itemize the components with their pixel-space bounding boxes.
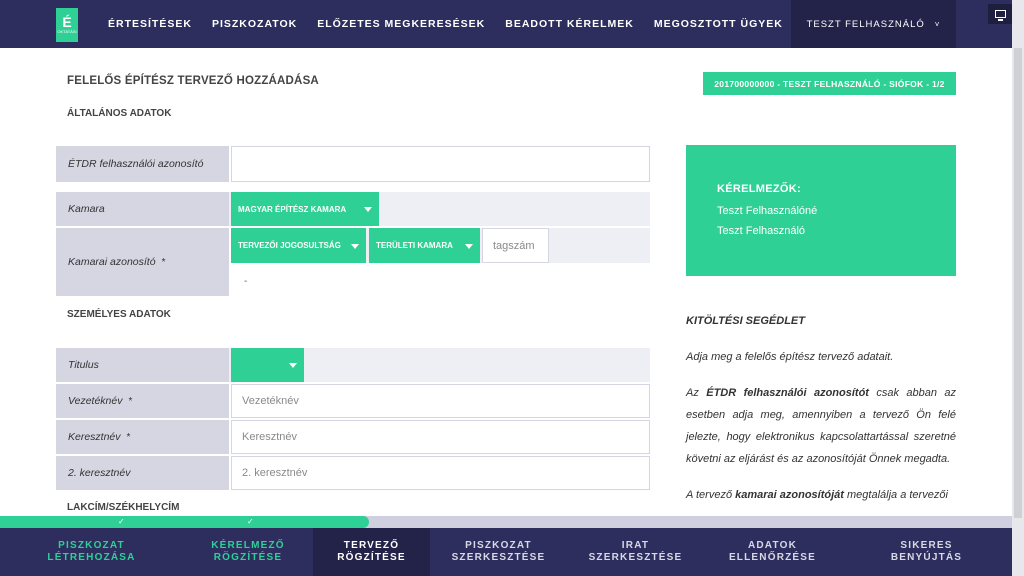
monitor-icon[interactable] bbox=[988, 4, 1012, 24]
scrollbar-thumb[interactable] bbox=[1014, 48, 1022, 518]
case-identifier-badge: 201700000000 - TESZT FELHASZNÁLÓ - SIÓFO… bbox=[703, 72, 956, 95]
step-kerelmezo-rogzitese[interactable]: KÉRELMEZŐ RÖGZÍTÉSE bbox=[183, 528, 313, 576]
nav-item-ertesitesek[interactable]: ÉRTESÍTÉSEK bbox=[108, 18, 192, 30]
caret-down-icon bbox=[351, 243, 359, 249]
page-title: FELELŐS ÉPÍTÉSZ TERVEZŐ HOZZÁADÁSA bbox=[67, 75, 319, 87]
jogosultsag-select-value: TERVEZŐI JOGOSULTSÁG bbox=[238, 241, 341, 250]
jogosultsag-select[interactable]: TERVEZŐI JOGOSULTSÁG bbox=[231, 228, 366, 263]
applicants-heading: KÉRELMEZŐK: bbox=[717, 183, 801, 195]
titulus-select[interactable] bbox=[231, 348, 304, 382]
step-piszkozat-szerkesztese[interactable]: PISZKOZAT SZERKESZTÉSE bbox=[430, 528, 567, 576]
form-row-vezeteknev: Vezetéknév * bbox=[56, 384, 650, 418]
applicant-name: Teszt Felhasználóné bbox=[717, 205, 818, 217]
keresztnev2-input[interactable] bbox=[231, 456, 650, 490]
section-title-address: LAKCÍM/SZÉKHELYCÍM bbox=[67, 502, 180, 513]
vezeteknev-label: Vezetéknév * bbox=[56, 384, 229, 418]
kamara-select[interactable]: MAGYAR ÉPÍTÉSZ KAMARA bbox=[231, 192, 379, 226]
required-marker: * bbox=[161, 256, 166, 268]
keresztnev2-label: 2. keresztnév bbox=[56, 456, 229, 490]
nav-item-piszkozatok[interactable]: PISZKOZATOK bbox=[212, 18, 297, 30]
kamarai-label: Kamarai azonosító * bbox=[56, 228, 229, 296]
caret-down-icon bbox=[364, 207, 372, 212]
kamara-select-value: MAGYAR ÉPÍTÉSZ KAMARA bbox=[238, 204, 347, 214]
teruleti-kamara-select[interactable]: TERÜLETI KAMARA bbox=[369, 228, 480, 263]
user-menu[interactable]: TESZT FELHASZNÁLÓ ˅ bbox=[791, 0, 956, 48]
check-icon: ✓ bbox=[247, 517, 254, 526]
keresztnev-label: Keresztnév * bbox=[56, 420, 229, 454]
caret-down-icon bbox=[289, 363, 297, 368]
vezeteknev-input[interactable] bbox=[231, 384, 650, 418]
top-navigation: É OKTATÁSI ÉRTESÍTÉSEK PISZKOZATOK ELŐZE… bbox=[0, 0, 1012, 48]
step-tervezo-rogzitese[interactable]: TERVEZŐ RÖGZÍTÉSE bbox=[313, 528, 430, 576]
applicants-panel: KÉRELMEZŐK: Teszt Felhasználóné Teszt Fe… bbox=[686, 145, 956, 276]
user-name: TESZT FELHASZNÁLÓ bbox=[806, 18, 925, 30]
app-logo[interactable]: É OKTATÁSI bbox=[56, 8, 78, 42]
caret-down-icon bbox=[465, 243, 473, 249]
section-title-general: ÁLTALÁNOS ADATOK bbox=[67, 108, 172, 119]
step-sikeres-benyujtas[interactable]: SIKERES BENYÚJTÁS bbox=[841, 528, 1012, 576]
scrollbar[interactable] bbox=[1012, 0, 1024, 576]
logo-subtext: OKTATÁSI bbox=[57, 29, 77, 34]
help-paragraph: A tervező kamarai azonosítóját megtalálj… bbox=[686, 489, 948, 501]
required-marker: * bbox=[126, 431, 131, 443]
form-row-kamarai-azonosito: Kamarai azonosító * TERVEZŐI JOGOSULTSÁG … bbox=[56, 228, 650, 296]
help-paragraph: Adja meg a felelős építész tervező adata… bbox=[686, 351, 894, 363]
step-irat-szerkesztese[interactable]: IRAT SZERKESZTÉSE bbox=[567, 528, 704, 576]
keresztnev-input[interactable] bbox=[231, 420, 650, 454]
step-piszkozat-letrehozasa[interactable]: PISZKOZAT LÉTREHOZÁSA bbox=[0, 528, 183, 576]
logo-letter: É bbox=[62, 14, 72, 30]
form-row-titulus: Titulus bbox=[56, 348, 650, 382]
form-row-etdr: ÉTDR felhasználói azonosító bbox=[56, 146, 650, 182]
section-title-personal: SZEMÉLYES ADATOK bbox=[67, 309, 171, 320]
applicant-name: Teszt Felhasználó bbox=[717, 225, 806, 237]
nav-menu: ÉRTESÍTÉSEK PISZKOZATOK ELŐZETES MEGKERE… bbox=[98, 0, 793, 48]
etdr-label: ÉTDR felhasználói azonosító bbox=[56, 146, 229, 182]
kamara-label: Kamara bbox=[56, 192, 229, 226]
step-adatok-ellenorzese[interactable]: ADATOK ELLENŐRZÉSE bbox=[704, 528, 841, 576]
etdr-id-input[interactable] bbox=[231, 146, 650, 182]
form-row-keresztnev: Keresztnév * bbox=[56, 420, 650, 454]
nav-item-beadott-kerelmek[interactable]: BEADOTT KÉRELMEK bbox=[505, 18, 634, 30]
help-panel: KITÖLTÉSI SEGÉDLET Adja meg a felelős ép… bbox=[686, 310, 956, 520]
wizard-steps: PISZKOZAT LÉTREHOZÁSA KÉRELMEZŐ RÖGZÍTÉSE … bbox=[0, 528, 1012, 576]
tagszam-input[interactable] bbox=[482, 228, 549, 263]
form-row-keresztnev2: 2. keresztnév bbox=[56, 456, 650, 490]
required-marker: * bbox=[128, 395, 133, 407]
help-title: KITÖLTÉSI SEGÉDLET bbox=[686, 315, 805, 327]
nav-item-elozetes-megkeresesek[interactable]: ELŐZETES MEGKERESÉSEK bbox=[317, 18, 485, 30]
chevron-down-icon: ˅ bbox=[934, 19, 941, 29]
check-icon: ✓ bbox=[118, 517, 125, 526]
teruleti-select-value: TERÜLETI KAMARA bbox=[376, 241, 453, 250]
form-row-kamara: Kamara MAGYAR ÉPÍTÉSZ KAMARA bbox=[56, 192, 650, 226]
help-paragraph: Az ÉTDR felhasználói azonosítót csak abb… bbox=[686, 387, 957, 465]
titulus-label: Titulus bbox=[56, 348, 229, 382]
separator-dash: - bbox=[244, 276, 248, 287]
progress-fill bbox=[0, 516, 370, 528]
nav-item-megosztott-ugyek[interactable]: MEGOSZTOTT ÜGYEK bbox=[654, 18, 783, 30]
